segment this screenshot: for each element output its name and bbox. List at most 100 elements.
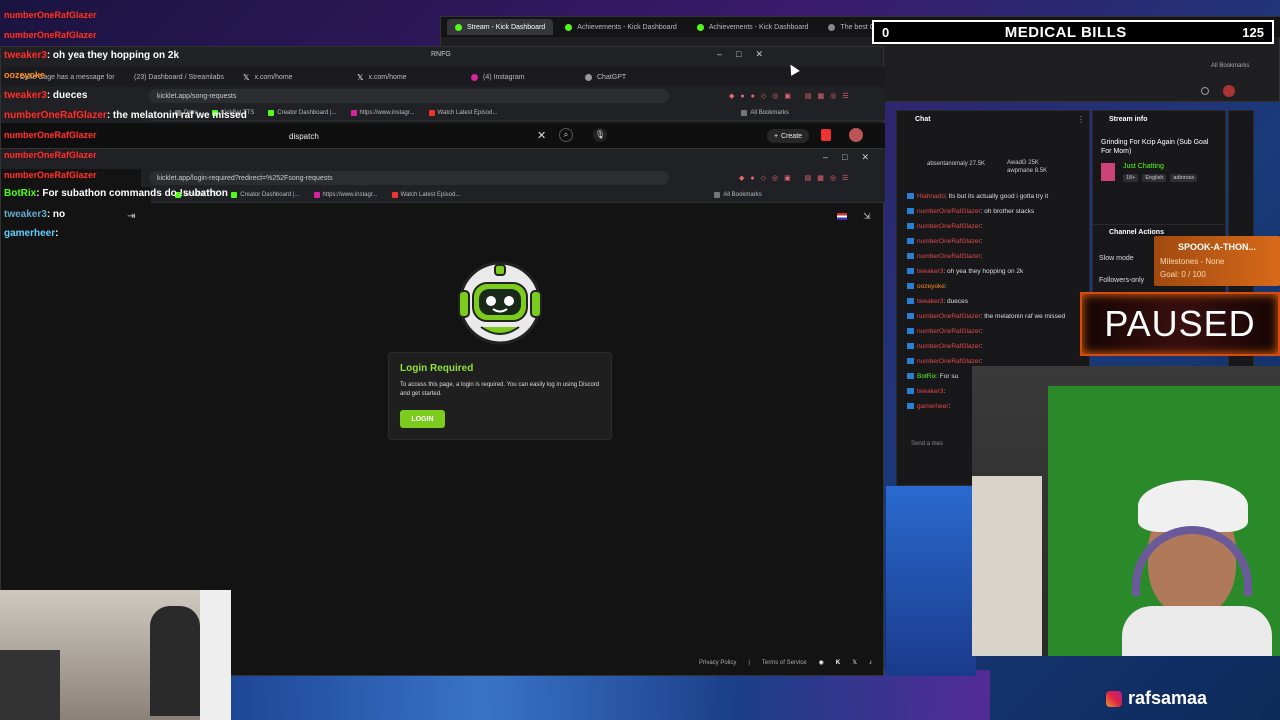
chat-message: tweaker3: <box>907 388 945 395</box>
close-icon[interactable]: ✕ <box>861 152 869 163</box>
bookmark[interactable]: https://www.instagr... <box>313 191 378 198</box>
tab-label: Stream - Kick Dashboard <box>467 23 546 31</box>
login-button[interactable]: LOGIN <box>400 410 445 428</box>
stream-info-header: Stream info <box>1109 116 1148 123</box>
instagram-icon <box>1106 690 1122 707</box>
flag-icon[interactable] <box>837 213 847 220</box>
notification-icon[interactable] <box>821 129 831 141</box>
badge-icon <box>907 313 914 320</box>
chat-separator: : <box>948 403 951 410</box>
chat-username[interactable]: numberOneRafGlazer <box>917 208 981 215</box>
overlay-chat-message: tweaker3: dueces <box>4 90 88 101</box>
chat-username[interactable]: numberOneRafGlazer <box>917 253 981 260</box>
extension-icons[interactable]: ◆●●◇◎▣ ▤▦◎☰ <box>729 92 855 100</box>
x-icon[interactable]: 𝕏 <box>852 659 857 666</box>
kick-icon[interactable]: K <box>836 660 840 666</box>
create-label: Create <box>781 132 803 140</box>
chat-username[interactable]: numberOneRafGlazer <box>917 313 981 320</box>
chat-text: the melatonin raf we missed <box>984 313 1066 320</box>
followers-only-toggle[interactable]: Followers-only <box>1099 277 1144 284</box>
chat-username[interactable]: numberOneRafGlazer <box>917 343 981 350</box>
tab-chatgpt[interactable]: ChatGPT <box>577 69 687 85</box>
chat-username[interactable]: numberOneRafGlazer <box>917 358 981 365</box>
chat-username[interactable]: tweaker3 <box>917 298 943 305</box>
chat-username[interactable]: tweaker3 <box>917 388 943 395</box>
tab-label: Achievements - Kick Dashboard <box>577 23 677 31</box>
overlay-chat-user: BotRix <box>4 188 37 199</box>
footer-separator: | <box>748 659 750 666</box>
tab-achievements-2[interactable]: Achievements - Kick Dashboard <box>689 19 817 35</box>
avatar[interactable] <box>1223 85 1235 97</box>
terms-link[interactable]: Terms of Service <box>762 660 807 666</box>
avatar[interactable] <box>849 128 863 142</box>
minimize-icon[interactable]: – <box>717 49 722 60</box>
shelf <box>972 476 1042 656</box>
chat-message: numberOneRafGlazer: <box>907 238 982 245</box>
kick-icon <box>565 23 573 31</box>
privacy-link[interactable]: Privacy Policy <box>699 660 736 666</box>
chat-username[interactable]: Hiahnado <box>917 193 945 200</box>
handle-text: rafsamaa <box>1128 688 1208 708</box>
badge-icon <box>907 238 914 245</box>
extension-icons[interactable]: ◆●◇◎▣ ▤▦◎☰ <box>739 174 854 182</box>
discord-icon[interactable]: ◉ <box>819 659 824 666</box>
close-icon[interactable]: ✕ <box>755 49 763 60</box>
all-bookmarks-back[interactable]: All Bookmarks <box>1211 63 1249 69</box>
create-button[interactable]: + Create <box>767 129 809 143</box>
chat-username[interactable]: oozeyoke <box>917 283 945 290</box>
slow-mode-toggle[interactable]: Slow mode <box>1099 255 1134 262</box>
bookmark[interactable]: Watch Latest Episod... <box>428 109 497 116</box>
gifter-leaderboard: absentanomaly 27.5K <box>927 161 985 167</box>
stream-title: Grinding For Kcip Again (Sub Goal For Mo… <box>1101 139 1209 155</box>
gifter: awpmane 8.5K <box>1007 167 1047 175</box>
overlay-chat-user: numberOneRafGlazer <box>4 110 107 121</box>
all-bookmarks[interactable]: All Bookmarks <box>714 191 762 198</box>
chat-username[interactable]: numberOneRafGlazer <box>917 223 981 230</box>
medical-bills-right: 125 <box>1242 24 1264 40</box>
tab-kick-dashboard[interactable]: Stream - Kick Dashboard <box>447 19 554 35</box>
folder-icon <box>741 109 748 116</box>
chat-message: numberOneRafGlazer: <box>907 328 982 335</box>
tag[interactable]: adinross <box>1170 174 1198 182</box>
mic-icon[interactable]: 🎙 <box>593 128 607 142</box>
maximize-icon[interactable]: □ <box>736 49 741 60</box>
chat-username[interactable]: numberOneRafGlazer <box>917 238 981 245</box>
bookmark[interactable]: https://www.instagr... <box>350 109 415 116</box>
all-bookmarks[interactable]: All Bookmarks <box>741 109 789 116</box>
overlay-chat-user: tweaker3 <box>4 90 47 101</box>
gifter-name: awpmane <box>1007 168 1034 174</box>
tab-instagram[interactable]: (4) Instagram <box>463 69 573 85</box>
gifter-amount: 27.5K <box>969 161 986 167</box>
overlay-chat-message: oozeyoke <box>4 70 45 80</box>
category-label[interactable]: Just Chatting <box>1123 163 1164 170</box>
secondary-camera <box>0 590 231 720</box>
tiktok-icon[interactable]: ♪ <box>869 660 872 666</box>
tag[interactable]: English <box>1142 174 1167 182</box>
tag[interactable]: 18+ <box>1123 174 1139 182</box>
chat-username[interactable]: BotRix <box>917 373 936 380</box>
search-icon[interactable]: ⌕ <box>559 128 573 142</box>
bot-icon <box>828 23 836 31</box>
minimize-icon[interactable]: – <box>823 152 828 163</box>
tab-x-2[interactable]: 𝕏x.com/home <box>349 69 459 85</box>
overlay-chat-message: BotRix: For subathon commands do !subath… <box>4 188 228 199</box>
kick-icon <box>696 23 704 31</box>
badge-icon <box>907 328 914 335</box>
streamer-hat <box>1138 480 1248 532</box>
tab-label: x.com/home <box>368 73 407 81</box>
chat-username[interactable]: gamerheer <box>917 403 948 410</box>
webcam-feed <box>972 366 1280 656</box>
badge-icon <box>907 298 914 305</box>
clear-icon[interactable]: ✕ <box>537 129 546 142</box>
gear-icon[interactable] <box>1201 87 1209 95</box>
chat-username[interactable]: numberOneRafGlazer <box>917 328 981 335</box>
login-icon[interactable]: ⇲ <box>863 211 871 222</box>
maximize-icon[interactable]: □ <box>842 152 847 163</box>
background-wave <box>886 486 976 676</box>
chat-username[interactable]: tweaker3 <box>917 268 943 275</box>
chatgpt-icon <box>585 73 592 81</box>
bookmark[interactable]: Watch Latest Episod... <box>391 191 460 198</box>
chat-menu-icon[interactable]: ⋮ <box>1077 115 1085 124</box>
tab-achievements[interactable]: Achievements - Kick Dashboard <box>557 19 685 35</box>
overlay-chat-user: tweaker3 <box>4 50 47 61</box>
